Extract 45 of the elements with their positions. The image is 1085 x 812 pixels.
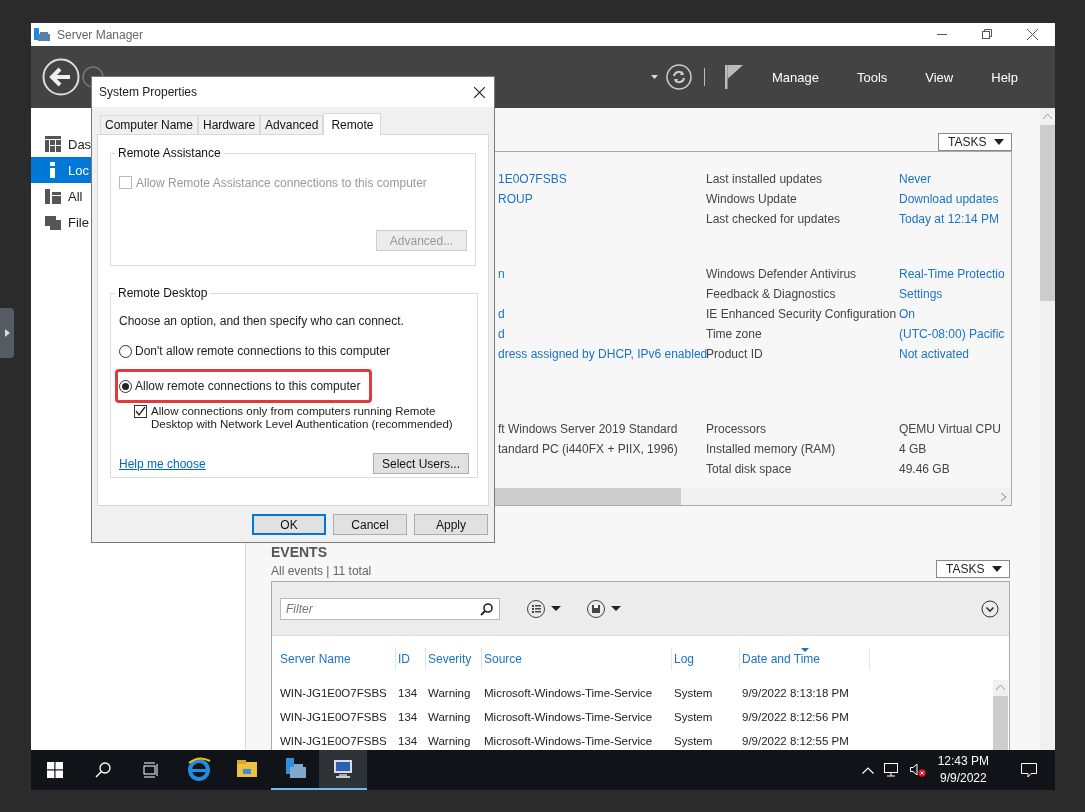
table-cell-text: Microsoft-Windows-Time-Service: [483, 687, 654, 699]
property-label: IE Enhanced Security Configuration: [706, 307, 897, 321]
property-value: 4 GB: [899, 442, 927, 456]
table-cell-text: WIN-JG1E0O7FSBS: [279, 711, 388, 723]
property-label: Processors: [706, 422, 767, 436]
property-label: Product ID: [706, 347, 763, 361]
checkbox-label: Allow connections only from computers running Remote Desktop with Network Level Authentication (recommended): [151, 405, 454, 431]
table-cell-text: 9/9/2022 8:12:55 PM: [741, 735, 850, 747]
table-cell-text: 134: [397, 687, 419, 699]
table-cell-text: WIN-JG1E0O7FSBS: [279, 735, 388, 747]
table-cell-text: WIN-JG1E0O7FSBS: [279, 687, 388, 699]
table-cell-text: Warning: [427, 711, 472, 723]
dialog-title: System Properties: [99, 85, 198, 99]
instruction-text: Choose an option, and then specify who can connect.: [119, 314, 405, 328]
table-cell-text: Microsoft-Windows-Time-Service: [483, 735, 654, 747]
table-cell-text: 9/9/2022 8:13:18 PM: [741, 687, 850, 699]
table-cell-text: 9/9/2022 8:12:56 PM: [741, 711, 850, 723]
property-label: Time zone: [706, 327, 762, 341]
table-cell-text: Warning: [427, 735, 472, 747]
property-label: Installed memory (RAM): [706, 442, 836, 456]
property-value: ft Windows Server 2019 Standard: [498, 422, 678, 436]
property-label: Last installed updates: [706, 172, 823, 186]
table-cell-text: 134: [397, 735, 419, 747]
table-cell-text: 134: [397, 711, 419, 723]
radio-label: Don't allow remote connections to this computer: [135, 344, 391, 358]
property-label: Feedback & Diagnostics: [706, 287, 836, 301]
property-value: QEMU Virtual CPU: [899, 422, 1001, 436]
checkbox-label: Allow Remote Assistance connections to this computer: [136, 176, 427, 190]
property-value: 49.46 GB: [899, 462, 950, 476]
property-label: Windows Update: [706, 192, 797, 206]
property-label: Total disk space: [706, 462, 792, 476]
property-label: Last checked for updates: [706, 212, 841, 226]
radio-label: Allow remote connections to this computer: [135, 379, 361, 393]
group-title: Remote Desktop: [117, 286, 209, 300]
events-summary: All events | 11 total: [271, 564, 372, 578]
table-cell-text: Warning: [427, 687, 472, 699]
group-title: Remote Assistance: [117, 146, 222, 160]
window-title: Server Manager: [57, 27, 144, 42]
section-title: EVENTS: [271, 544, 328, 560]
property-label: Windows Defender Antivirus: [706, 267, 857, 281]
table-cell-text: System: [673, 735, 714, 747]
table-cell-text: Microsoft-Windows-Time-Service: [483, 711, 654, 723]
property-value: tandard PC (i440FX + PIIX, 1996): [498, 442, 678, 456]
table-cell-text: System: [673, 711, 714, 723]
table-cell-text: System: [673, 687, 714, 699]
